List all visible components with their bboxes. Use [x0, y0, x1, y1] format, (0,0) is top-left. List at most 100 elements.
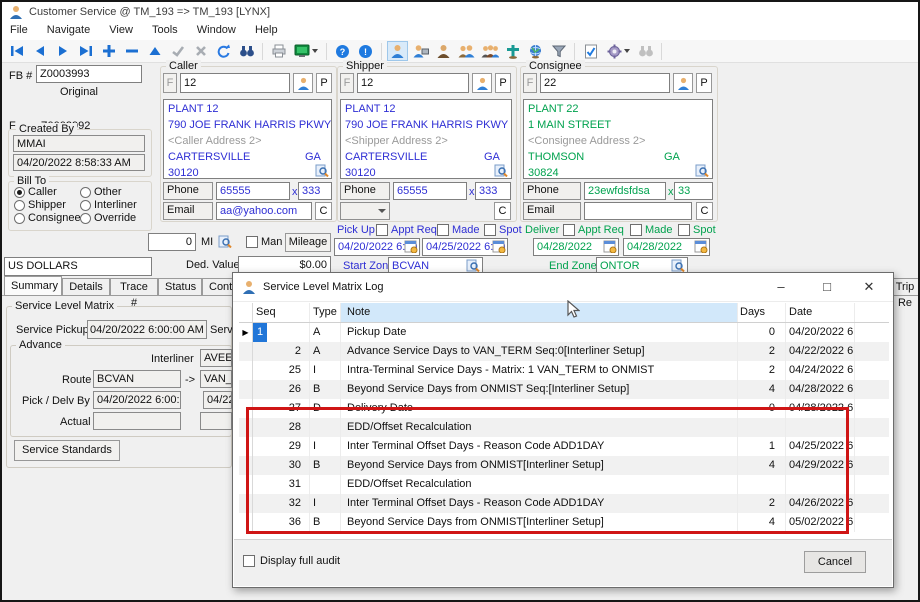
date-cell[interactable]: 04/20/2022 6:00:00 AM	[786, 323, 855, 342]
consignee-person-button[interactable]	[673, 73, 693, 93]
table-row[interactable]: 25 I Intra-Terminal Service Days - Matri…	[239, 361, 889, 380]
note-cell[interactable]: Inter Terminal Offset Days - Reason Code…	[341, 437, 738, 456]
bill-to-radio-shipper[interactable]	[14, 200, 25, 211]
caller-contact-button[interactable]: C	[315, 202, 332, 220]
filter-icon[interactable]	[548, 41, 569, 61]
days-cell[interactable]: 4	[738, 456, 786, 475]
manual-mileage-checkbox[interactable]	[246, 236, 258, 248]
type-cell[interactable]: I	[310, 361, 341, 380]
seq-cell[interactable]: 26	[253, 380, 310, 399]
nav-next-icon[interactable]	[52, 41, 73, 61]
worker-icon[interactable]	[433, 41, 454, 61]
start-zone-lookup-icon[interactable]	[466, 259, 480, 272]
cancel-button[interactable]: Cancel	[804, 551, 866, 573]
tab-details[interactable]: Details	[62, 278, 110, 296]
row-selector-cell[interactable]	[239, 342, 253, 361]
type-cell[interactable]: I	[310, 494, 341, 513]
days-cell[interactable]: 0	[738, 399, 786, 418]
bill-to-option-caller[interactable]: Caller	[28, 186, 57, 198]
deliver-date-from-calendar-icon[interactable]	[603, 240, 617, 253]
nav-prior-icon[interactable]	[29, 41, 50, 61]
shipper-phone-type-select[interactable]: Phone	[340, 182, 390, 200]
days-cell[interactable]: 1	[738, 437, 786, 456]
days-cell[interactable]: 2	[738, 494, 786, 513]
deliver-spot-checkbox[interactable]	[678, 224, 690, 236]
date-cell[interactable]: 04/25/2022 6:00:00 AM	[786, 437, 855, 456]
table-row[interactable]: 27 D Delivery Date 0 04/28/2022 6:00:00 …	[239, 399, 889, 418]
info-icon[interactable]: !	[355, 41, 376, 61]
note-cell[interactable]: Beyond Service Days from ONMIST[Interlin…	[341, 456, 738, 475]
type-cell[interactable]: D	[310, 399, 341, 418]
dialog-title-bar[interactable]: Service Level Matrix Log – □ ✕	[233, 273, 893, 302]
nav-last-icon[interactable]	[75, 41, 96, 61]
caller-person-button[interactable]	[293, 73, 313, 93]
days-cell[interactable]: 0	[738, 323, 786, 342]
bill-to-radio-interliner[interactable]	[80, 200, 91, 211]
pickup-date-by-calendar-icon[interactable]	[492, 240, 506, 253]
type-cell[interactable]: B	[310, 380, 341, 399]
distance-input[interactable]: 0	[148, 233, 196, 251]
type-cell[interactable]	[310, 418, 341, 437]
table-row[interactable]: 31 EDD/Offset Recalculation	[239, 475, 889, 494]
table-row[interactable]: 28 EDD/Offset Recalculation	[239, 418, 889, 437]
days-cell[interactable]: 2	[738, 361, 786, 380]
menu-window[interactable]: Window	[189, 21, 244, 39]
days-cell[interactable]: 2	[738, 342, 786, 361]
seq-cell[interactable]: 27	[253, 399, 310, 418]
refresh-icon[interactable]	[213, 41, 234, 61]
consignee-email-type-select[interactable]: Email	[523, 202, 581, 220]
type-cell[interactable]: B	[310, 456, 341, 475]
bill-to-option-interliner[interactable]: Interliner	[94, 199, 137, 211]
tab-summary[interactable]: Summary	[4, 276, 62, 296]
deliver-date-by-calendar-icon[interactable]	[694, 240, 708, 253]
row-selector-cell[interactable]	[239, 418, 253, 437]
tab-trace[interactable]: Trace #	[110, 278, 158, 296]
note-cell[interactable]: Delivery Date	[341, 399, 738, 418]
date-cell[interactable]	[786, 475, 855, 494]
table-row[interactable]: 30 B Beyond Service Days from ONMIST[Int…	[239, 456, 889, 475]
row-selector-cell[interactable]	[239, 475, 253, 494]
grid-header-days[interactable]: Days	[738, 303, 786, 322]
customer-pair-icon[interactable]	[456, 41, 477, 61]
shipper-email-type-select[interactable]	[340, 202, 390, 220]
consignee-f-button[interactable]: F	[523, 73, 537, 93]
note-cell[interactable]: EDD/Offset Recalculation	[341, 418, 738, 437]
bill-to-radio-caller[interactable]	[14, 187, 25, 198]
customer-pc-icon[interactable]	[410, 41, 431, 61]
caller-email-input[interactable]: aa@yahoo.com	[216, 202, 312, 220]
row-selector-cell[interactable]: ▶	[239, 323, 253, 342]
shipper-contact-button[interactable]: C	[494, 202, 511, 220]
globe-icon[interactable]	[525, 41, 546, 61]
bill-to-radio-override[interactable]	[80, 213, 91, 224]
days-cell[interactable]: 4	[738, 380, 786, 399]
consignee-p-button[interactable]: P	[696, 73, 712, 93]
grid-header-note[interactable]: Note	[341, 303, 738, 322]
consignee-lookup-icon[interactable]	[695, 164, 709, 177]
note-cell[interactable]: Pickup Date	[341, 323, 738, 342]
shipper-ext-input[interactable]: 333	[475, 182, 511, 200]
date-cell[interactable]	[786, 418, 855, 437]
caller-code-input[interactable]: 12	[180, 73, 290, 93]
maximize-button[interactable]: □	[807, 273, 847, 301]
mileage-button[interactable]: Mileage	[285, 233, 331, 252]
caller-p-button[interactable]: P	[316, 73, 332, 93]
row-selector-cell[interactable]	[239, 494, 253, 513]
grid-header-seq[interactable]: Seq	[253, 303, 310, 322]
days-cell[interactable]	[738, 475, 786, 494]
date-cell[interactable]: 04/28/2022 6:00:00 AM	[786, 380, 855, 399]
caller-f-button[interactable]: F	[163, 73, 177, 93]
seq-cell[interactable]: 30	[253, 456, 310, 475]
seq-cell[interactable]: 29	[253, 437, 310, 456]
table-row[interactable]: 26 B Beyond Service Days from ONMIST Seq…	[239, 380, 889, 399]
caller-ext-input[interactable]: 333	[298, 182, 332, 200]
customer-group-icon[interactable]	[479, 41, 500, 61]
display-full-audit-checkbox[interactable]	[243, 555, 255, 567]
date-cell[interactable]: 04/24/2022 6:00:00 AM	[786, 361, 855, 380]
end-zone-lookup-icon[interactable]	[671, 259, 685, 272]
type-cell[interactable]: B	[310, 513, 341, 532]
menu-help[interactable]: Help	[247, 21, 286, 39]
note-cell[interactable]: Beyond Service Days from ONMIST[Interlin…	[341, 513, 738, 532]
menu-file[interactable]: File	[2, 21, 36, 39]
row-selector-cell[interactable]	[239, 437, 253, 456]
seq-cell[interactable]: 36	[253, 513, 310, 532]
